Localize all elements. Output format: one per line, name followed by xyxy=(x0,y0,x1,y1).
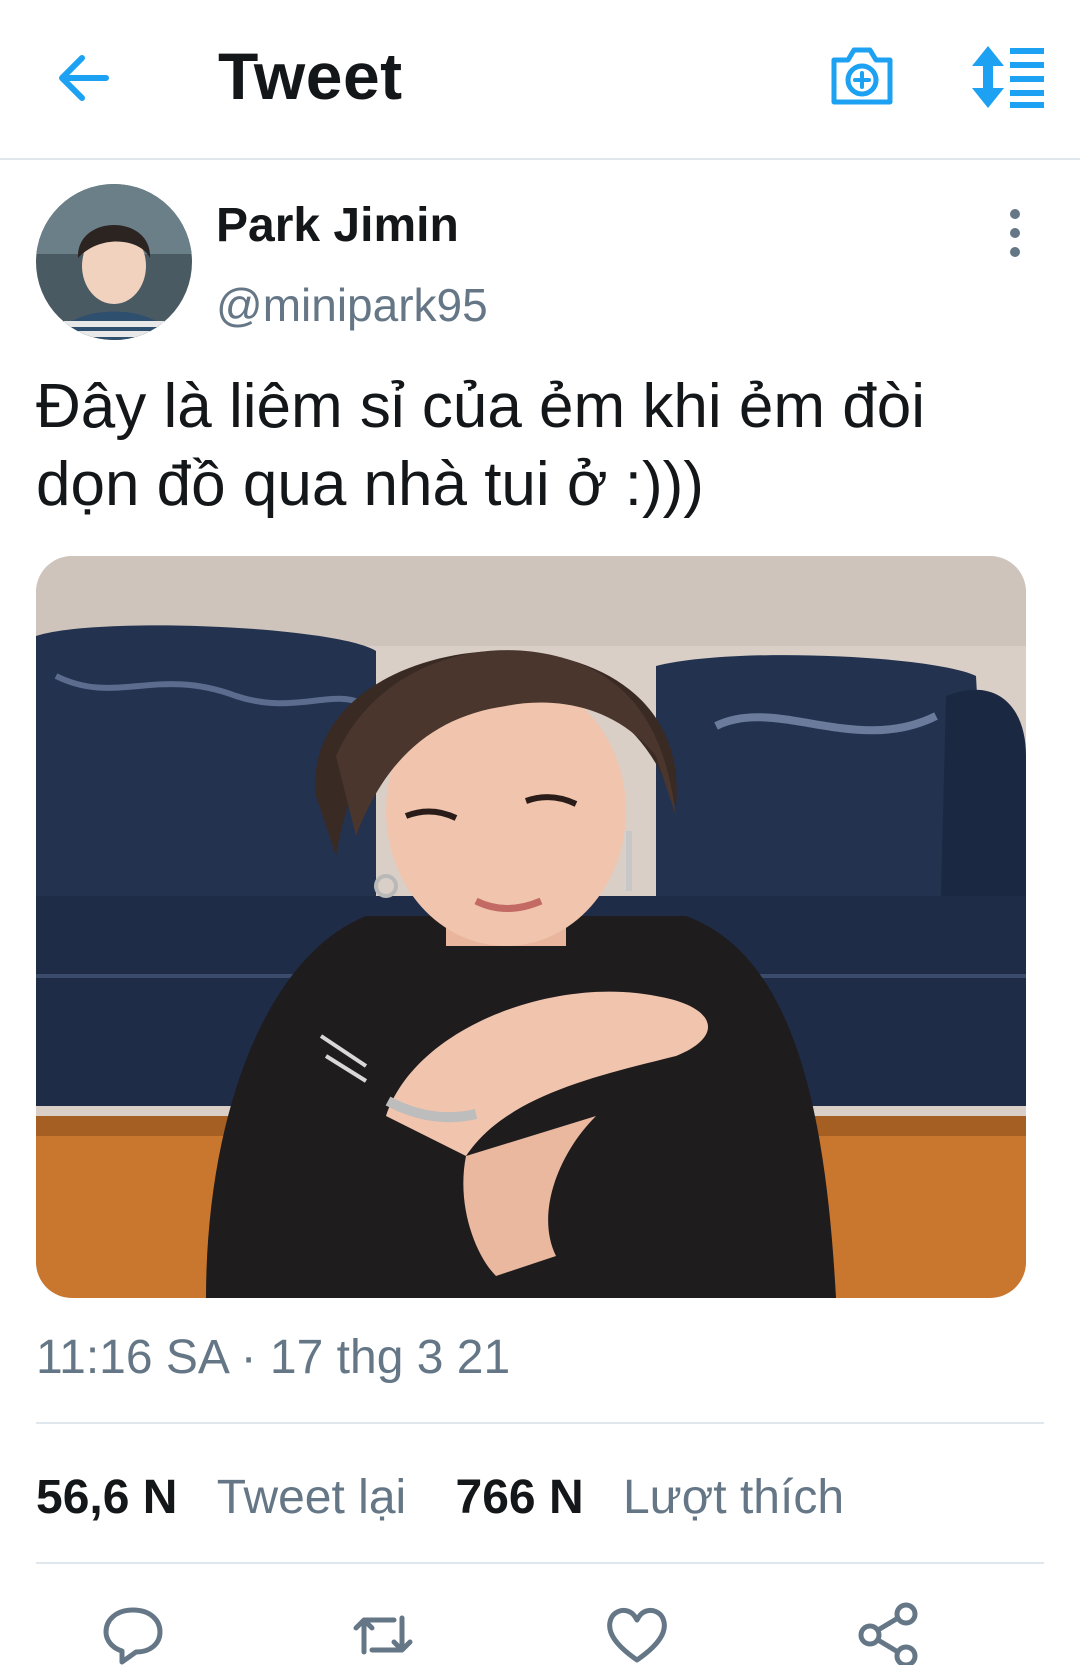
tweet-stats: 56,6 N Tweet lại 766 N Lượt thích xyxy=(36,1470,844,1525)
tweet-timestamp: 11:16 SA · 17 thg 3 21 xyxy=(36,1331,511,1384)
like-label[interactable]: Lượt thích xyxy=(623,1471,844,1524)
divider xyxy=(36,1422,1044,1424)
top-bar: Tweet xyxy=(0,0,1080,160)
retweet-icon[interactable] xyxy=(350,1602,416,1665)
author-handle[interactable]: @minipark95 xyxy=(216,278,488,332)
divider xyxy=(36,1562,1044,1564)
retweet-count[interactable]: 56,6 N xyxy=(36,1471,177,1524)
tweet-photo[interactable] xyxy=(36,556,1026,1298)
retweet-label[interactable]: Tweet lại xyxy=(217,1471,406,1524)
more-options-icon[interactable] xyxy=(998,206,1032,260)
page-title: Tweet xyxy=(218,39,403,113)
reply-icon[interactable] xyxy=(100,1602,166,1665)
sort-icon[interactable] xyxy=(968,44,1048,110)
avatar[interactable] xyxy=(36,184,192,340)
back-arrow-icon[interactable] xyxy=(50,48,120,108)
author-name[interactable]: Park Jimin xyxy=(216,198,459,253)
camera-add-icon[interactable] xyxy=(826,40,898,112)
tweet-text: Đây là liêm sỉ của ẻm khi ẻm đòi dọn đồ … xyxy=(36,372,925,519)
like-count[interactable]: 766 N xyxy=(456,1471,584,1524)
share-icon[interactable] xyxy=(856,1602,922,1665)
like-icon[interactable] xyxy=(604,1602,670,1665)
